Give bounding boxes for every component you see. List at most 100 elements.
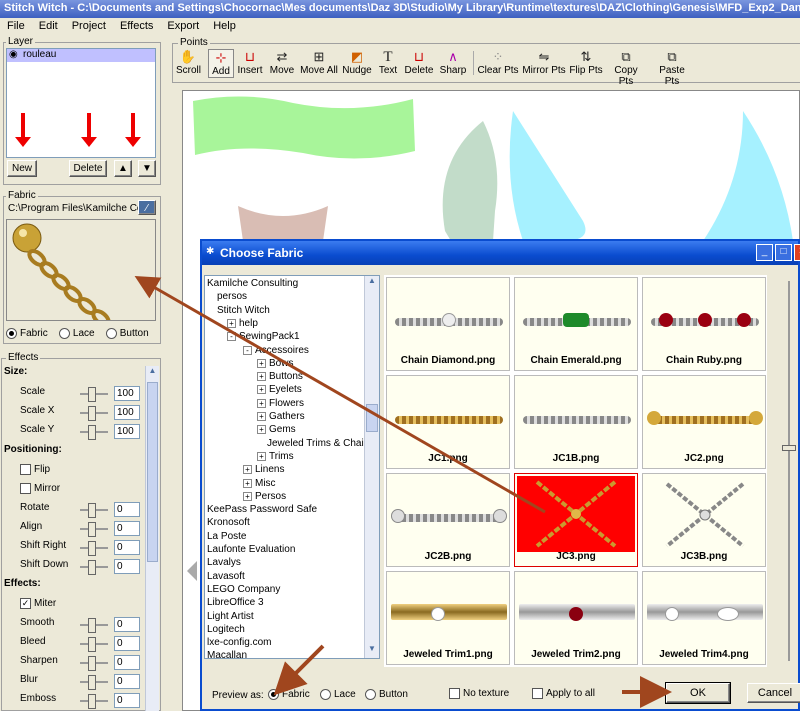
scale-y-input[interactable]: 100 [114,424,140,439]
thumb-chain-ruby[interactable]: Chain Ruby.png [642,277,766,371]
scale-x-input[interactable]: 100 [114,405,140,420]
paste-pts-tool[interactable]: ⧉ Paste Pts [651,49,693,87]
flip-checkbox[interactable]: Flip [20,464,50,475]
thumb-jeweled-trim4[interactable]: Jeweled Trim4.png [642,571,766,665]
blur-input[interactable]: 0 [114,674,140,689]
tree-item[interactable]: Kronosoft [207,517,250,528]
menu-file[interactable]: File [0,18,32,34]
bleed-slider[interactable] [80,636,108,652]
no-texture-checkbox[interactable]: No texture [449,688,509,699]
zoom-slider-thumb[interactable] [782,445,796,451]
tree-item[interactable]: + Misc [243,478,276,489]
align-input[interactable]: 0 [114,521,140,536]
tree-item[interactable]: Jeweled Trims & Chains [267,438,374,449]
shift-right-input[interactable]: 0 [114,540,140,555]
expand-icon[interactable]: + [257,358,266,368]
tree-item[interactable]: Laufonte Evaluation [207,544,295,555]
minimize-button[interactable]: _ [756,244,773,261]
menu-export[interactable]: Export [160,18,206,34]
shift-down-input[interactable]: 0 [114,559,140,574]
rotate-slider[interactable] [80,502,108,518]
move-all-tool[interactable]: ⊞ Move All [299,49,339,76]
menu-project[interactable]: Project [65,18,113,34]
expand-icon[interactable]: + [257,385,266,395]
expand-icon[interactable]: + [257,451,266,461]
menu-effects[interactable]: Effects [113,18,160,34]
blur-slider[interactable] [80,674,108,690]
thumb-jeweled-trim2[interactable]: Jeweled Trim2.png [514,571,638,665]
close-button[interactable]: ✕ [794,244,800,261]
tree-item[interactable]: Kamilche Consulting [207,278,298,289]
bleed-input[interactable]: 0 [114,636,140,651]
emboss-input[interactable]: 0 [114,693,140,708]
thumb-jc1[interactable]: JC1.png [386,375,510,469]
tree-item[interactable]: Logitech [207,624,245,635]
eye-icon[interactable]: ◉ [9,49,18,60]
thumb-jc2b[interactable]: JC2B.png [386,473,510,567]
tree-item[interactable]: La Poste [207,531,246,542]
smooth-input[interactable]: 0 [114,617,140,632]
menu-help[interactable]: Help [206,18,243,34]
scale-x-slider[interactable] [80,405,108,421]
cancel-button[interactable]: Cancel [747,683,800,703]
fabric-browse-button[interactable]: ⁄ [138,200,156,215]
align-slider[interactable] [80,521,108,537]
tree-item[interactable]: Stitch Witch [217,305,270,316]
tree-item[interactable]: LEGO Company [207,584,280,595]
shift-down-slider[interactable] [80,559,108,575]
tree-item[interactable]: persos [217,291,247,302]
expand-icon[interactable]: + [257,372,266,382]
collapse-icon[interactable]: - [243,345,252,355]
thumb-jc3b[interactable]: JC3B.png [642,473,766,567]
tree-item[interactable]: + Bows [257,358,293,369]
tree-item[interactable]: - SewingPack1 [227,331,300,342]
thumb-chain-emerald[interactable]: Chain Emerald.png [514,277,638,371]
expand-icon[interactable]: + [257,398,266,408]
tree-item[interactable]: Lavasoft [207,571,245,582]
tree-item[interactable]: + Persos [243,491,286,502]
move-up-button[interactable]: ▲ [114,160,132,177]
tree-item[interactable]: + Flowers [257,398,304,409]
zoom-slider-track[interactable] [788,281,790,661]
tree-item[interactable]: + Buttons [257,371,303,382]
tree-item[interactable]: Lavalys [207,557,241,568]
expand-icon[interactable]: + [257,425,266,435]
preview-fabric-radio[interactable]: Fabric [268,689,310,700]
tree-item[interactable]: LibreOffice 3 [207,597,264,608]
flip-pts-tool[interactable]: ⇅ Flip Pts [569,49,603,76]
sharpen-input[interactable]: 0 [114,655,140,670]
effects-scrollbar[interactable]: ▲ [145,366,159,711]
insert-tool[interactable]: ⊔ Insert [236,49,264,76]
thumb-jc1b[interactable]: JC1B.png [514,375,638,469]
tree-item[interactable]: + Linens [243,464,284,475]
move-down-button[interactable]: ▼ [138,160,156,177]
tree-item[interactable]: lxe-config.com [207,637,271,648]
ok-button[interactable]: OK [665,682,731,704]
thumb-jeweled-trim1[interactable]: Jeweled Trim1.png [386,571,510,665]
thumb-jc2[interactable]: JC2.png [642,375,766,469]
button-radio[interactable]: Button [105,328,149,339]
scroll-thumb[interactable] [147,382,158,562]
tree-scroll-up-icon[interactable]: ▲ [365,276,379,290]
layer-item[interactable]: ◉ rouleau [7,49,155,62]
tree-item[interactable]: + help [227,318,258,329]
nudge-tool[interactable]: ◩ Nudge [342,49,372,76]
mirror-checkbox[interactable]: Mirror [20,483,60,494]
menu-edit[interactable]: Edit [32,18,65,34]
canvas-side-arrow[interactable] [187,561,197,581]
folder-tree[interactable]: Kamilche Consulting persos Stitch Witch + he… [204,275,380,659]
delete-tool[interactable]: ⊔ Delete [404,49,434,76]
collapse-icon[interactable]: - [227,332,236,342]
emboss-slider[interactable] [80,693,108,709]
tree-item[interactable]: + Trims [257,451,294,462]
move-tool[interactable]: ⇄ Move [268,49,296,76]
shift-right-slider[interactable] [80,540,108,556]
scale-slider[interactable] [80,386,108,402]
expand-icon[interactable]: + [243,478,252,488]
tree-item[interactable]: + Eyelets [257,384,302,395]
thumb-chain-diamond[interactable]: Chain Diamond.png [386,277,510,371]
tree-item[interactable]: + Gathers [257,411,305,422]
expand-icon[interactable]: + [227,318,236,328]
apply-to-all-checkbox[interactable]: Apply to all [532,688,595,699]
maximize-button[interactable]: □ [775,244,792,261]
